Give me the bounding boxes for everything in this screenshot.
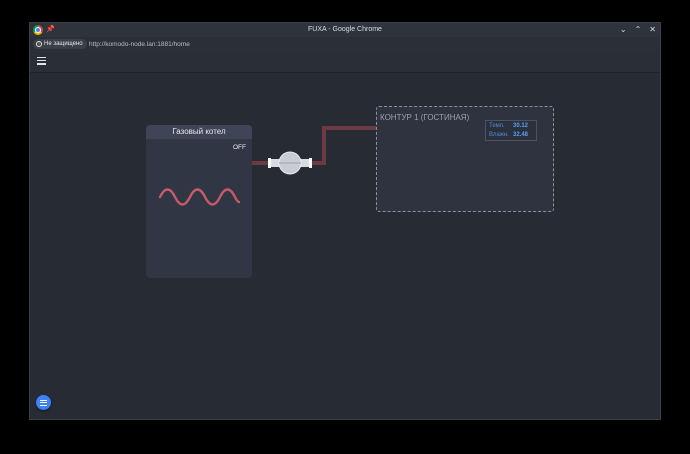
- title-bar: 📌 FUXA - Google Chrome ⌄ ⌃ ✕: [30, 23, 660, 37]
- window-controls: ⌄ ⌃ ✕: [620, 25, 656, 34]
- info-circle-icon: !: [36, 41, 42, 47]
- humidity-label: Влажн.: [489, 132, 509, 138]
- close-icon[interactable]: ✕: [649, 25, 656, 34]
- valve-icon[interactable]: [268, 151, 312, 175]
- url-field[interactable]: http://komodo-node.lan:1881/home: [89, 41, 190, 48]
- pipe-network: [252, 126, 433, 175]
- sensor-row-temperature: Темп. 30.12: [489, 123, 528, 129]
- temperature-label: Темп.: [489, 123, 505, 129]
- contour-title: КОНТУР 1 (ГОСТИНАЯ): [380, 113, 470, 122]
- address-bar: ! Не защищено http://komodo-node.lan:188…: [30, 37, 660, 52]
- browser-window: 📌 FUXA - Google Chrome ⌄ ⌃ ✕ ! Не защище…: [29, 22, 661, 420]
- security-chip[interactable]: ! Не защищено: [33, 39, 87, 49]
- gas-boiler-panel[interactable]: Газовый котел OFF: [146, 125, 252, 278]
- boiler-title: Газовый котел: [146, 125, 252, 139]
- maximize-icon[interactable]: ⌃: [635, 25, 642, 34]
- minimize-icon[interactable]: ⌄: [620, 25, 627, 34]
- app-toolbar: [30, 52, 660, 73]
- temperature-value: 30.12: [513, 123, 529, 129]
- hmi-canvas: Газовый котел OFF КОНТУР 1 (ГОСТИНАЯ) Те…: [30, 73, 660, 419]
- heating-contour-panel: КОНТУР 1 (ГОСТИНАЯ) Темп. 30.12 Влажн. 3…: [376, 106, 554, 212]
- humidity-value: 32.48: [513, 132, 529, 138]
- window-title: FUXA - Google Chrome: [308, 26, 382, 33]
- hamburger-menu-icon[interactable]: [37, 57, 46, 66]
- security-label: Не защищено: [44, 41, 83, 47]
- sensor-row-humidity: Влажн. 32.48: [489, 132, 528, 138]
- boiler-status: OFF: [233, 144, 246, 151]
- sensor-readout: Темп. 30.12 Влажн. 32.48: [485, 120, 537, 141]
- menu-list-icon[interactable]: [36, 395, 51, 410]
- heat-wave-icon: [158, 188, 240, 206]
